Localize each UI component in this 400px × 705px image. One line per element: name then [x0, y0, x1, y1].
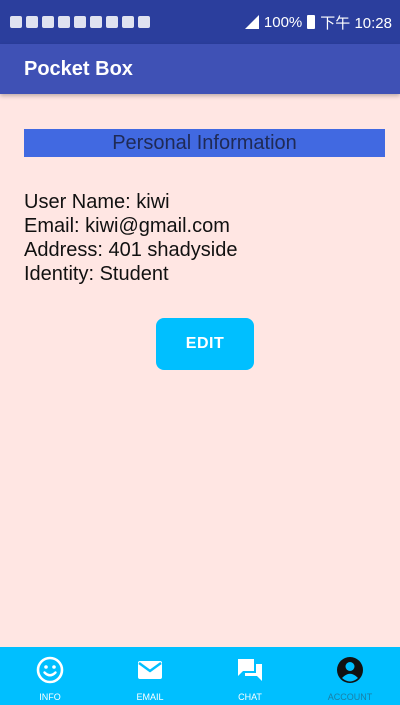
notification-icon [26, 16, 38, 28]
notification-icon [74, 16, 86, 28]
notification-icons [10, 16, 150, 28]
email-text: Email: kiwi@gmail.com [24, 215, 230, 237]
user-name-text: User Name: kiwi [24, 191, 170, 213]
app-title: Pocket Box [24, 57, 133, 80]
nav-item-info[interactable]: INFO [0, 647, 100, 705]
nav-label-account: ACCOUNT [327, 692, 373, 702]
nav-label-info: INFO [39, 692, 61, 702]
identity-text: Identity: Student [24, 263, 169, 285]
app-bar: Pocket Box [0, 44, 400, 94]
status-time: 下午 10:28 [320, 14, 392, 32]
battery-percent: 100% [263, 13, 303, 31]
nav-label-email: EMAIL [136, 692, 164, 702]
edit-button[interactable]: EDIT [156, 318, 254, 370]
notification-icon [58, 16, 70, 28]
section-title: Personal Information [112, 131, 297, 154]
address-text: Address: 401 shadyside [24, 239, 238, 261]
notification-icon [90, 16, 102, 28]
signal-icon [244, 15, 259, 29]
notification-icon [122, 16, 134, 28]
notification-icon [138, 16, 150, 28]
nav-item-account[interactable]: ACCOUNT [300, 647, 400, 705]
nav-label-chat: CHAT [238, 692, 262, 702]
account-icon [337, 657, 363, 683]
nav-item-email[interactable]: EMAIL [100, 647, 200, 705]
notification-icon [106, 16, 118, 28]
chat-bubble-icon [238, 659, 262, 681]
section-header: Personal Information [24, 129, 385, 157]
battery-icon [307, 15, 316, 29]
notification-icon [10, 16, 22, 28]
smiley-icon [36, 656, 64, 684]
nav-item-chat[interactable]: CHAT [200, 647, 300, 705]
envelope-icon [138, 661, 162, 679]
profile-info: User Name: kiwi Email: kiwi@gmail.com Ad… [24, 190, 384, 286]
status-bar: 100% 下午 10:28 [0, 0, 400, 44]
status-right: 100% 下午 10:28 [244, 12, 392, 33]
bottom-nav: INFO EMAIL CHAT ACCOUNT [0, 647, 400, 705]
notification-icon [42, 16, 54, 28]
